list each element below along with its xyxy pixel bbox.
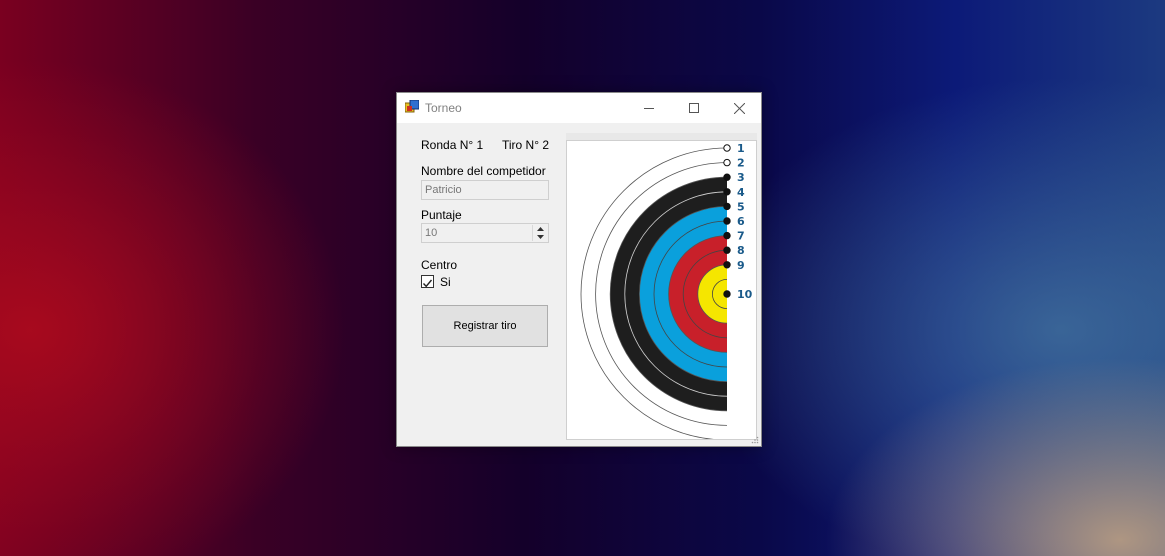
- spin-up-button[interactable]: [533, 225, 547, 233]
- competitor-name-field[interactable]: Patricio: [421, 180, 549, 200]
- ring-marker-9: [723, 261, 731, 269]
- close-icon: [733, 102, 745, 114]
- center-checkbox-label[interactable]: Si: [440, 275, 451, 289]
- ring-marker-2: [723, 158, 731, 167]
- center-checkbox[interactable]: [421, 275, 434, 288]
- score-label: Puntaje: [421, 208, 462, 222]
- ring-marker-7: [723, 231, 731, 240]
- round-label: Ronda N° 1: [421, 138, 484, 152]
- ring-number-5: 5: [737, 200, 745, 213]
- spin-down-button[interactable]: [533, 233, 547, 241]
- ring-number-8: 8: [737, 244, 745, 257]
- ring-number-4: 4: [737, 186, 745, 199]
- competitor-label: Nombre del competidor: [421, 164, 546, 178]
- archery-target-image: 1 23 45 6 78 9 10: [580, 142, 753, 439]
- ring-marker-8: [723, 246, 731, 254]
- ring-marker-10: [723, 290, 731, 298]
- title-bar[interactable]: Torneo: [397, 93, 761, 123]
- ring-number-7: 7: [737, 230, 745, 243]
- register-shot-button[interactable]: Registrar tiro: [422, 305, 548, 347]
- target-picture-box: 1 2 3 4 5 6 7 8 9 10: [566, 140, 757, 440]
- app-window-icon: [405, 100, 419, 113]
- ring-marker-3: [723, 173, 731, 181]
- ring-number-1: 1: [737, 142, 745, 155]
- ring-number-9: 9: [737, 259, 745, 272]
- score-spinner[interactable]: [532, 225, 547, 241]
- checkmark-icon: [422, 279, 433, 288]
- window-title: Torneo: [425, 101, 462, 115]
- ring-number-3: 3: [737, 171, 745, 184]
- chevron-up-icon: [536, 227, 544, 231]
- score-value: 10: [425, 227, 438, 239]
- minimize-button[interactable]: [626, 93, 672, 123]
- maximize-button[interactable]: [671, 93, 717, 123]
- center-label: Centro: [421, 258, 458, 272]
- ring-number-10: 10: [737, 288, 753, 301]
- ring-number-6: 6: [737, 215, 745, 228]
- minimize-icon: [644, 108, 654, 109]
- ring-marker-4: [723, 188, 731, 196]
- torneo-window: Torneo Ronda N° 1 Tiro N° 2 Nombre del c…: [396, 92, 762, 447]
- ring-number-2: 2: [737, 157, 745, 170]
- chevron-down-icon: [536, 235, 544, 239]
- picture-box-header: [566, 133, 757, 140]
- ring-marker-5: [723, 202, 731, 211]
- shot-label: Tiro N° 2: [502, 138, 550, 152]
- close-button[interactable]: [716, 93, 762, 123]
- ring-marker-6: [723, 217, 731, 225]
- ring-marker-1: [723, 144, 731, 152]
- resize-grip-icon[interactable]: [751, 436, 759, 444]
- score-stepper[interactable]: 10: [421, 223, 549, 243]
- maximize-icon: [689, 103, 699, 113]
